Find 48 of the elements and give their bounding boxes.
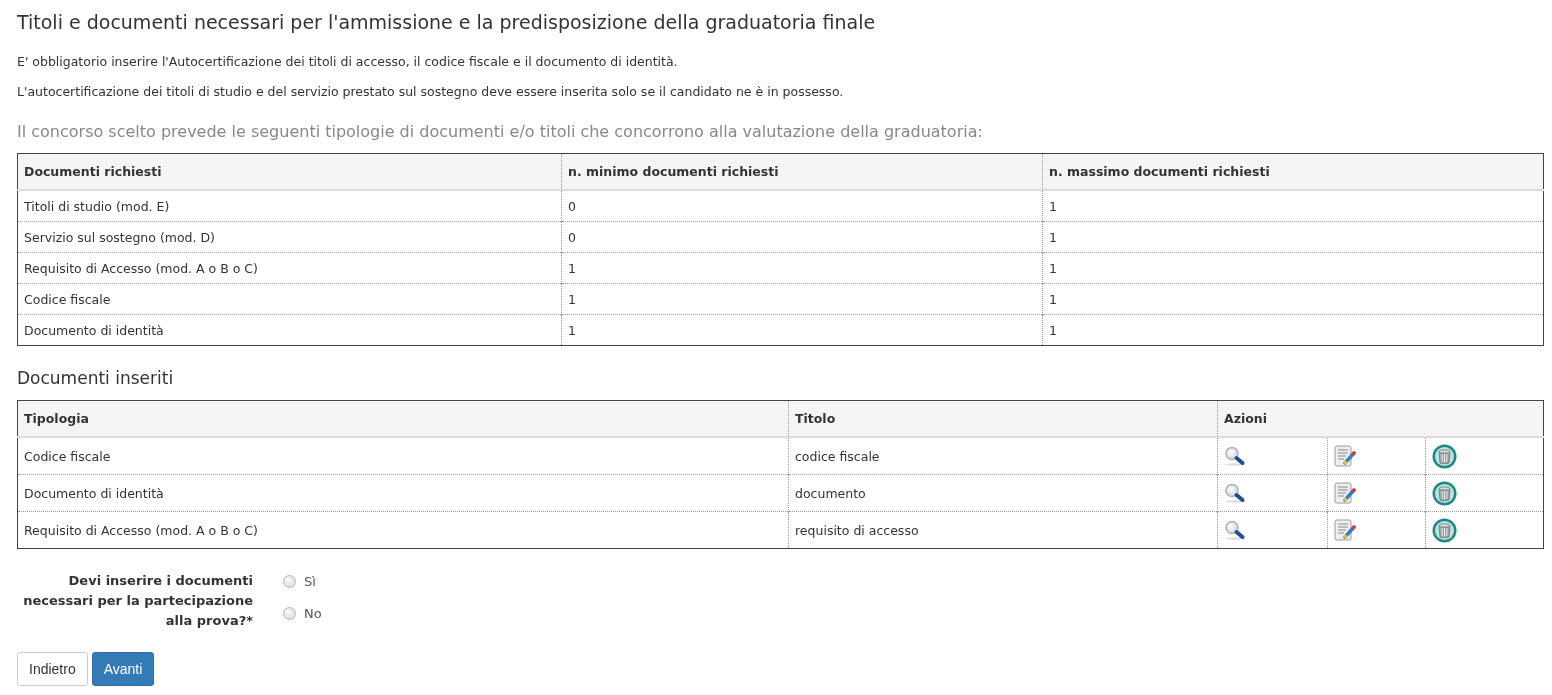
section-subtitle: Il concorso scelto prevede le seguenti tipologie di documenti e/o titoli che concorrono alla valutazione della graduatoria: <box>17 121 984 143</box>
radio-button[interactable] <box>283 574 296 588</box>
table-cell: 0 <box>561 221 1043 253</box>
table-cell: Titoli di studio (mod. E) <box>17 190 562 222</box>
table-cell: 1 <box>1042 190 1544 222</box>
table-cell: 1 <box>561 283 1043 315</box>
table-cell: requisito di accesso <box>788 511 1218 549</box>
column-header: Titolo <box>788 400 1218 437</box>
table-cell: 1 <box>561 252 1043 284</box>
table-cell: 1 <box>1042 314 1544 346</box>
table-cell: 1 <box>561 314 1043 346</box>
table-cell: Requisito di Accesso (mod. A o B o C) <box>17 511 789 549</box>
magnifier-icon[interactable] <box>1224 520 1246 540</box>
table-cell: 0 <box>561 190 1043 222</box>
column-header: n. minimo documenti richiesti <box>561 153 1043 190</box>
document-pencil-icon[interactable] <box>1334 482 1356 504</box>
column-header: n. massimo documenti richiesti <box>1042 153 1544 190</box>
radio-button[interactable] <box>283 606 296 620</box>
next-button[interactable]: Avanti <box>91 652 155 686</box>
table-cell: Documento di identità <box>17 314 562 346</box>
table-cell: Servizio sul sostegno (mod. D) <box>17 221 562 253</box>
column-header: Documenti richiesti <box>17 153 562 190</box>
table-cell: codice fiscale <box>788 437 1218 475</box>
section-title: Documenti inseriti <box>17 367 175 390</box>
question-label: Devi inserire i documenti necessari per la partecipazione alla prova?* <box>22 572 253 630</box>
document-pencil-icon[interactable] <box>1334 445 1356 467</box>
table-cell: documento <box>788 474 1218 512</box>
trash-icon[interactable] <box>1432 480 1457 506</box>
info-text: E' obbligatorio inserire l'Autocertificazione dei titoli di accesso, il codice fiscale e il documento di identità. <box>17 53 679 71</box>
table-cell: Codice fiscale <box>17 437 789 475</box>
trash-icon[interactable] <box>1432 443 1457 469</box>
table-cell: 1 <box>1042 252 1544 284</box>
table-cell: Requisito di Accesso (mod. A o B o C) <box>17 252 562 284</box>
document-pencil-icon[interactable] <box>1334 519 1356 541</box>
table-cell: 1 <box>1042 221 1544 253</box>
option-label[interactable]: Sì <box>304 573 316 589</box>
magnifier-icon[interactable] <box>1224 446 1246 466</box>
column-header: Azioni <box>1217 400 1544 437</box>
column-header: Tipologia <box>17 400 789 437</box>
table-cell: Codice fiscale <box>17 283 562 315</box>
info-text: L'autocertificazione dei titoli di studio e del servizio prestato sul sostegno deve essere inserita solo se il candidato ne è in possesso. <box>17 83 845 101</box>
table-cell: 1 <box>1042 283 1544 315</box>
table-cell: Documento di identità <box>17 474 789 512</box>
back-button[interactable]: Indietro <box>17 652 88 686</box>
magnifier-icon[interactable] <box>1224 483 1246 503</box>
page-title: Titoli e documenti necessari per l'ammissione e la predisposizione della graduatoria finale <box>17 10 877 34</box>
option-label[interactable]: No <box>304 605 322 621</box>
trash-icon[interactable] <box>1432 517 1457 543</box>
